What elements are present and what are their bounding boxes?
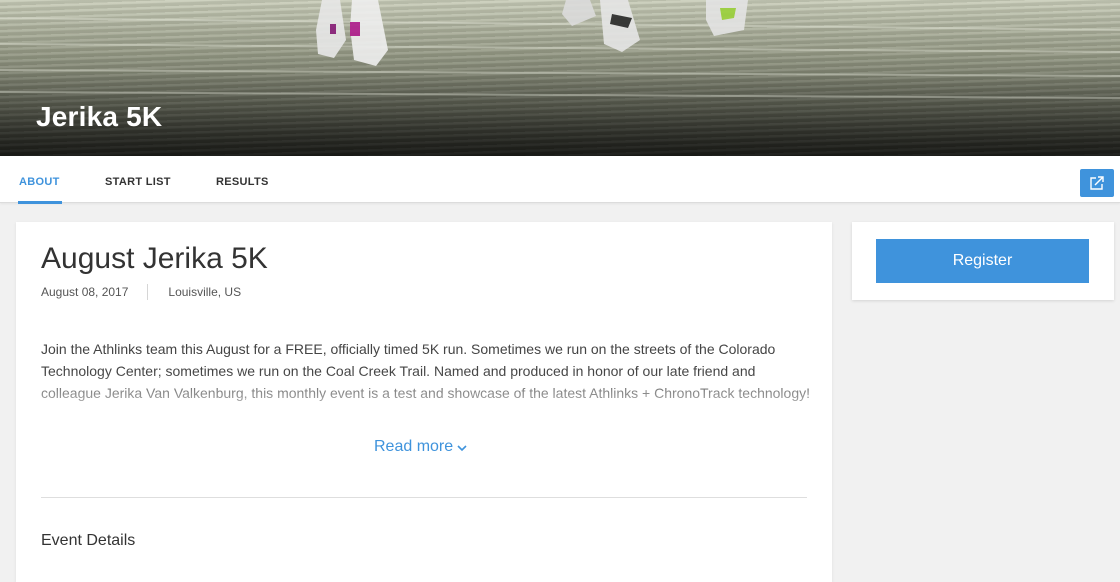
event-description: Join the Athlinks team this August for a…: [41, 341, 811, 401]
event-date: August 08, 2017: [41, 285, 129, 299]
event-hero-banner: Jerika 5K: [0, 0, 1120, 156]
tab-results[interactable]: RESULTS: [216, 156, 269, 203]
tab-about[interactable]: ABOUT: [18, 156, 62, 204]
read-more-link[interactable]: Read more: [374, 438, 467, 456]
register-button[interactable]: Register: [876, 239, 1089, 283]
hero-title: Jerika 5K: [36, 101, 163, 132]
event-details-heading: Event Details: [41, 532, 136, 549]
event-meta: August 08, 2017 Louisville, US: [41, 284, 241, 300]
meta-divider: [147, 284, 149, 300]
runner-shoes: [316, 0, 748, 66]
register-card: Register: [852, 222, 1114, 300]
event-about-card: August Jerika 5K August 08, 2017 Louisvi…: [16, 222, 832, 582]
event-title: August Jerika 5K: [41, 242, 268, 275]
share-icon: [1090, 176, 1104, 190]
section-divider: [41, 497, 807, 498]
hero-runners-image: [0, 0, 1120, 99]
event-location: Louisville, US: [168, 285, 242, 299]
event-tab-bar: ABOUT START LIST RESULTS: [0, 156, 1120, 204]
read-more-label: Read more: [374, 438, 454, 455]
share-button[interactable]: [1080, 169, 1114, 197]
chevron-down-icon: [457, 444, 467, 451]
tab-start-list[interactable]: START LIST: [105, 156, 171, 203]
